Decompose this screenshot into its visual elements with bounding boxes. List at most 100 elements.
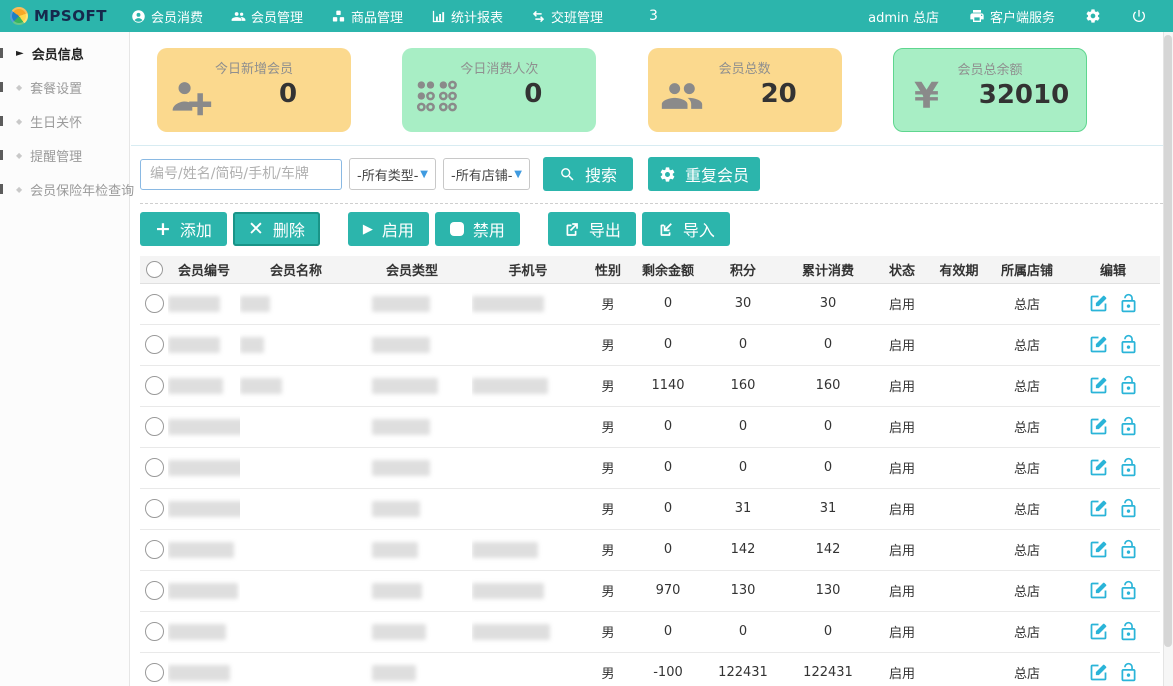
- unlock-icon[interactable]: [1118, 539, 1139, 560]
- settings-button[interactable]: [1085, 8, 1101, 24]
- nav-item-0[interactable]: 会员消费: [131, 7, 203, 26]
- row-select-radio[interactable]: [145, 540, 164, 559]
- chevron-down-icon: ▼: [514, 169, 522, 180]
- edit-icon[interactable]: [1088, 334, 1109, 355]
- cell-store: 总店: [988, 652, 1066, 686]
- unlock-icon[interactable]: [1118, 375, 1139, 396]
- client-service-button[interactable]: 客户端服务: [969, 7, 1055, 26]
- unlock-icon[interactable]: [1118, 416, 1139, 437]
- chevron-down-icon: ▼: [420, 169, 428, 180]
- row-select-radio[interactable]: [145, 376, 164, 395]
- col-member-name: 会员名称: [240, 256, 352, 283]
- redacted-text: [240, 337, 264, 353]
- type-filter-select[interactable]: -所有类型- ▼: [349, 158, 436, 190]
- unlock-icon[interactable]: [1118, 457, 1139, 478]
- cell-status: 启用: [874, 529, 930, 570]
- nav-item-4[interactable]: 交班管理: [531, 7, 603, 26]
- edit-icon[interactable]: [1088, 375, 1109, 396]
- cell-balance: 0: [632, 488, 704, 529]
- sidebar-item-1[interactable]: ◆套餐设置: [0, 70, 129, 104]
- store-filter-select[interactable]: -所有店铺- ▼: [443, 158, 530, 190]
- edit-icon[interactable]: [1088, 457, 1109, 478]
- nav-item-label: 交班管理: [551, 7, 603, 26]
- stat-cards: 今日新增会员0今日消费人次0会员总数20会员总余额¥32010: [157, 48, 1087, 132]
- edit-icon[interactable]: [1088, 580, 1109, 601]
- row-select-radio[interactable]: [145, 581, 164, 600]
- cell-member-type: [352, 652, 472, 686]
- cell-total-spend: 160: [782, 365, 874, 406]
- row-select-radio[interactable]: [145, 663, 164, 682]
- table-row: 男03030启用总店: [140, 283, 1160, 324]
- unlock-icon[interactable]: [1118, 334, 1139, 355]
- row-select-radio[interactable]: [145, 294, 164, 313]
- nav-item-1[interactable]: 会员管理: [231, 7, 303, 26]
- row-select-radio[interactable]: [145, 622, 164, 641]
- toolbar-button-3[interactable]: 禁用: [435, 212, 520, 246]
- table-header-row: 会员编号 会员名称 会员类型 手机号 性别 剩余金额 积分 累计消费 状态 有效…: [140, 256, 1160, 283]
- duplicate-member-button[interactable]: 重复会员: [648, 157, 760, 191]
- plus-icon: +: [155, 220, 171, 239]
- import-icon: [657, 221, 674, 238]
- cell-points: 0: [704, 447, 782, 488]
- user-label[interactable]: admin 总店: [868, 7, 939, 26]
- toolbar-button-2[interactable]: ▶启用: [348, 212, 429, 246]
- cell-store: 总店: [988, 324, 1066, 365]
- unlock-icon[interactable]: [1118, 621, 1139, 642]
- toolbar-button-5[interactable]: 导入: [642, 212, 730, 246]
- cell-member-type: [352, 365, 472, 406]
- store-filter-value: -所有店铺-: [451, 165, 512, 184]
- col-status: 状态: [874, 256, 930, 283]
- search-input[interactable]: [140, 159, 342, 190]
- edit-icon[interactable]: [1088, 293, 1109, 314]
- sidebar-item-0[interactable]: ►会员信息: [0, 36, 129, 70]
- edit-icon[interactable]: [1088, 539, 1109, 560]
- cell-status: 启用: [874, 570, 930, 611]
- edit-icon[interactable]: [1088, 662, 1109, 683]
- row-select-radio[interactable]: [145, 458, 164, 477]
- col-store: 所属店铺: [988, 256, 1066, 283]
- cell-member-type: [352, 324, 472, 365]
- logout-button[interactable]: [1131, 8, 1147, 24]
- redacted-text: [168, 460, 240, 476]
- cell-phone: [472, 488, 584, 529]
- nav-badge-count: 3: [649, 8, 658, 24]
- sidebar-item-2[interactable]: ◆生日关怀: [0, 104, 129, 138]
- select-all-radio[interactable]: [146, 261, 163, 278]
- toolbar-button-1[interactable]: ✕删除: [233, 212, 320, 246]
- search-button[interactable]: 搜索: [543, 157, 633, 191]
- cell-balance: 0: [632, 611, 704, 652]
- cell-gender: 男: [584, 611, 632, 652]
- search-icon: [559, 166, 576, 183]
- vertical-scrollbar[interactable]: [1163, 32, 1173, 686]
- sidebar-item-3[interactable]: ◆提醒管理: [0, 138, 129, 172]
- redacted-text: [372, 583, 422, 599]
- toolbar-button-label: 添加: [180, 217, 212, 241]
- cell-validity: [930, 570, 988, 611]
- edit-icon[interactable]: [1088, 416, 1109, 437]
- sidebar-item-4[interactable]: ◆会员保险年检查询: [0, 172, 129, 206]
- toolbar-button-4[interactable]: 导出: [548, 212, 636, 246]
- row-select-radio[interactable]: [145, 417, 164, 436]
- unlock-icon[interactable]: [1118, 662, 1139, 683]
- unlock-icon[interactable]: [1118, 498, 1139, 519]
- nav-item-3[interactable]: 统计报表: [431, 7, 503, 26]
- unlock-icon[interactable]: [1118, 580, 1139, 601]
- row-select-radio[interactable]: [145, 499, 164, 518]
- scrollbar-thumb[interactable]: [1164, 35, 1172, 647]
- cell-gender: 男: [584, 283, 632, 324]
- nav-item-2[interactable]: 商品管理: [331, 7, 403, 26]
- member-consume-icon: [131, 9, 146, 24]
- unlock-icon[interactable]: [1118, 293, 1139, 314]
- row-select-radio[interactable]: [145, 335, 164, 354]
- edit-icon[interactable]: [1088, 621, 1109, 642]
- table-row: 男000启用总店: [140, 447, 1160, 488]
- main-content: 今日新增会员0今日消费人次0会员总数20会员总余额¥32010 -所有类型- ▼…: [131, 32, 1163, 686]
- cell-total-spend: 0: [782, 447, 874, 488]
- cell-validity: [930, 283, 988, 324]
- table-row: 男1140160160启用总店: [140, 365, 1160, 406]
- cell-points: 31: [704, 488, 782, 529]
- toolbar-button-0[interactable]: + 添加: [140, 212, 227, 246]
- col-total-spend: 累计消费: [782, 256, 874, 283]
- edit-icon[interactable]: [1088, 498, 1109, 519]
- cell-phone: [472, 324, 584, 365]
